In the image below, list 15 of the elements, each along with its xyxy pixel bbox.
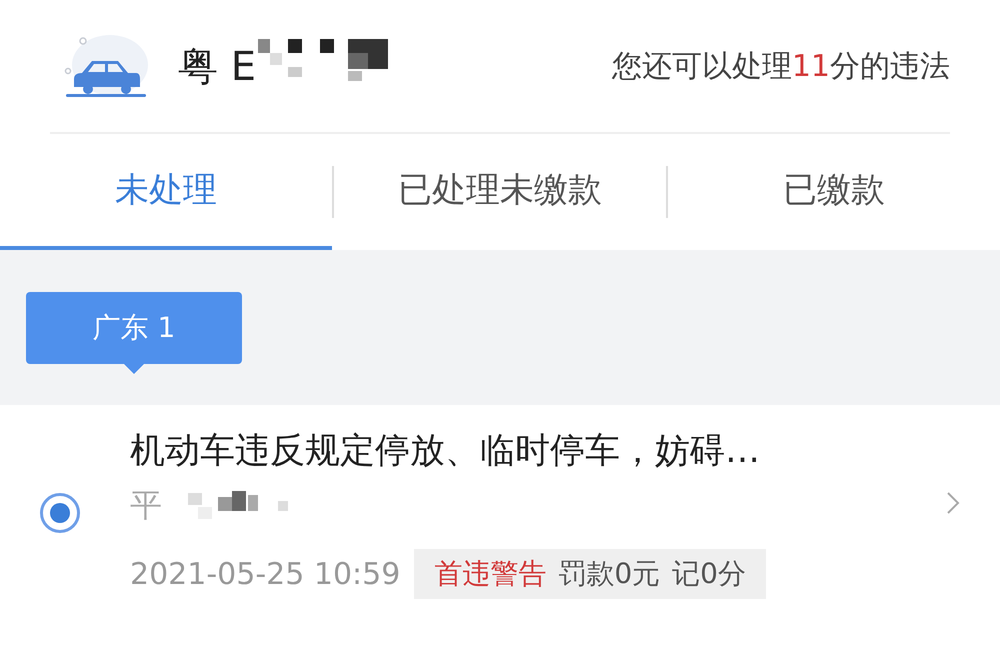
tab[interactable]: 已处理未缴款 xyxy=(334,134,666,250)
tab[interactable]: 已缴款 xyxy=(668,134,1000,250)
violation-title: 机动车违反规定停放、临时停车，妨碍… xyxy=(130,430,761,473)
chevron-right-icon[interactable] xyxy=(946,491,960,515)
remaining-label: 分的违法 xyxy=(830,48,950,84)
penalty-text: 记0分 xyxy=(672,556,746,592)
tag-pointer xyxy=(124,364,144,374)
violation-location: 平 xyxy=(130,485,162,526)
violation-time: 2021-05-25 10:59 xyxy=(130,556,400,592)
remaining-points: 11 xyxy=(792,48,830,84)
penalty-text: 首违警告 xyxy=(434,556,546,592)
radio-button[interactable] xyxy=(40,493,80,533)
plate-number: 粤 E xyxy=(178,42,256,92)
remaining-label: 您还可以处理 xyxy=(612,48,792,84)
penalty-text: 罚款0元 xyxy=(558,556,660,592)
